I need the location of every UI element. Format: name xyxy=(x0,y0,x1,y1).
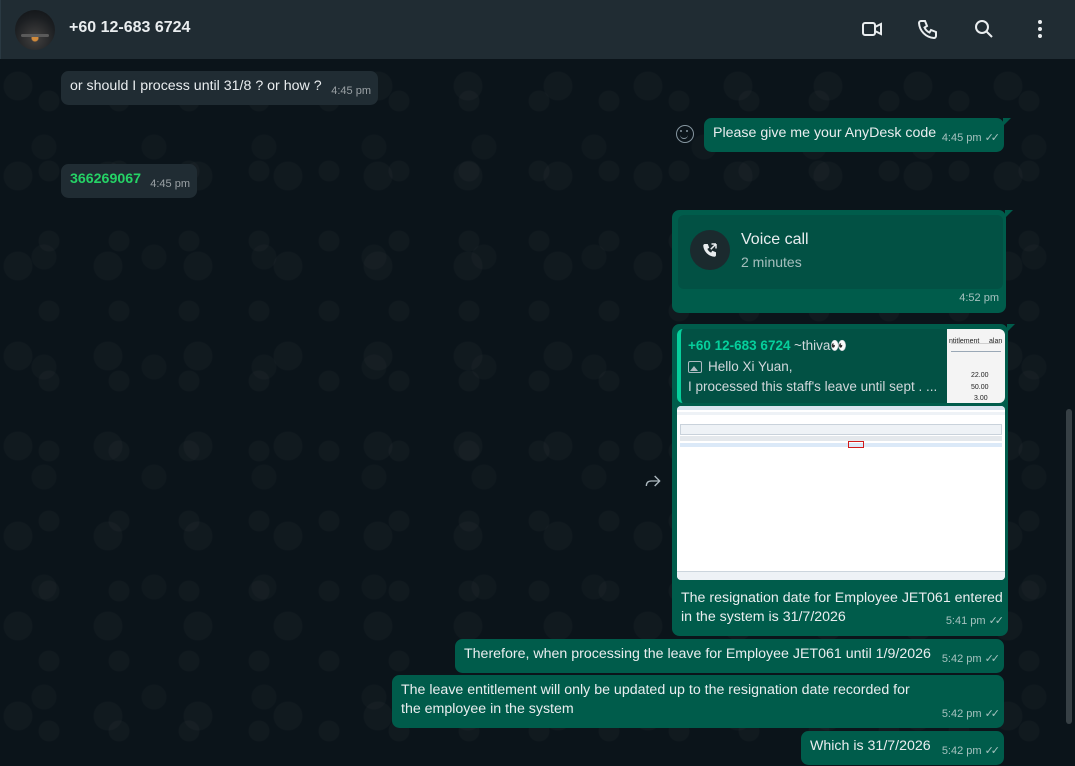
message-time: 5:42 pm xyxy=(941,653,982,665)
image-icon xyxy=(688,360,702,373)
read-ticks-icon: ✓✓ xyxy=(984,132,1001,144)
message-outgoing[interactable]: Please give me your AnyDesk code 4:45 pm… xyxy=(704,118,1011,152)
quote-line-2: I processed this staff's leave until sep… xyxy=(688,379,938,394)
message-meta: 5:42 pm ✓✓ xyxy=(941,650,1001,669)
screenshot-image[interactable] xyxy=(677,406,1005,580)
message-time: 4:52 pm xyxy=(959,292,999,304)
video-call-icon[interactable] xyxy=(860,17,884,41)
chat-panel[interactable]: or should I process until 31/8 ? or how … xyxy=(0,59,1075,766)
message-outgoing[interactable]: Therefore, when processing the leave for… xyxy=(455,639,1004,673)
search-icon[interactable] xyxy=(972,17,996,41)
react-emoji-icon[interactable] xyxy=(676,125,694,143)
read-ticks-icon: ✓✓ xyxy=(984,653,1001,665)
message-meta: 4:45 pm ✓✓ xyxy=(941,129,1001,148)
message-meta: 5:42 pm ✓✓ xyxy=(941,705,1001,724)
call-missed-incoming-icon xyxy=(690,230,730,270)
image-reply-message[interactable]: +60 12-683 6724 ~thiva👀 Hello Xi Yuan, I… xyxy=(672,324,1015,636)
message-time: 5:42 pm xyxy=(941,708,982,720)
phone-number-link[interactable]: 366269067 xyxy=(70,171,141,187)
read-ticks-icon: ✓✓ xyxy=(988,615,1005,627)
thumb-value: 3.00 xyxy=(974,395,988,402)
contact-name[interactable]: +60 12-683 6724 xyxy=(69,19,190,37)
message-incoming[interactable]: 366269067 4:45 pm xyxy=(61,164,197,198)
call-card[interactable]: Voice call 2 minutes xyxy=(678,215,1003,289)
thumb-header: ntitlement xyxy=(949,338,980,345)
call-title: Voice call xyxy=(741,231,809,248)
message-outgoing[interactable]: Which is 31/7/2026 5:42 pm ✓✓ xyxy=(801,731,1004,765)
chat-header: +60 12-683 6724 xyxy=(0,0,1075,59)
call-duration: 2 minutes xyxy=(741,254,802,270)
quote-alias: ~thiva👀 xyxy=(794,338,848,353)
quote-author: +60 12-683 6724 xyxy=(688,338,791,353)
menu-icon[interactable] xyxy=(1028,17,1052,41)
message-time: 5:41 pm xyxy=(945,615,986,627)
quote-line-1: Hello Xi Yuan, xyxy=(688,357,793,376)
message-text: The leave entitlement will only be updat… xyxy=(401,682,910,717)
message-time: 4:45 pm xyxy=(941,132,982,144)
message-text: or should I process until 31/8 ? or how … xyxy=(70,78,322,94)
voice-call-icon[interactable] xyxy=(916,17,940,41)
read-ticks-icon: ✓✓ xyxy=(984,745,1001,757)
message-time: 4:45 pm xyxy=(331,85,371,97)
message-time: 5:42 pm xyxy=(941,745,982,757)
message-text: Therefore, when processing the leave for… xyxy=(464,646,931,662)
message-meta: 5:41 pm ✓✓ xyxy=(945,612,1005,631)
quote-text: Hello Xi Yuan, xyxy=(708,359,793,374)
message-outgoing[interactable]: The leave entitlement will only be updat… xyxy=(392,675,1004,728)
forward-icon[interactable] xyxy=(643,471,663,491)
thumb-header-2: alan xyxy=(989,338,1003,345)
quoted-message[interactable]: +60 12-683 6724 ~thiva👀 Hello Xi Yuan, I… xyxy=(677,329,1005,403)
message-meta: 5:42 pm ✓✓ xyxy=(941,742,1001,761)
read-ticks-icon: ✓✓ xyxy=(984,708,1001,720)
contact-avatar[interactable] xyxy=(15,10,55,50)
message-text: Which is 31/7/2026 xyxy=(810,738,931,754)
message-time: 4:45 pm xyxy=(150,178,190,190)
chat-scrollbar[interactable] xyxy=(1066,409,1072,724)
quote-thumbnail: ntitlement alan 22.00 50.00 3.00 xyxy=(947,329,1005,403)
message-text: Please give me your AnyDesk code xyxy=(713,125,937,141)
voice-call-message[interactable]: Voice call 2 minutes 4:52 pm xyxy=(672,210,1013,313)
message-incoming[interactable]: or should I process until 31/8 ? or how … xyxy=(61,71,378,105)
